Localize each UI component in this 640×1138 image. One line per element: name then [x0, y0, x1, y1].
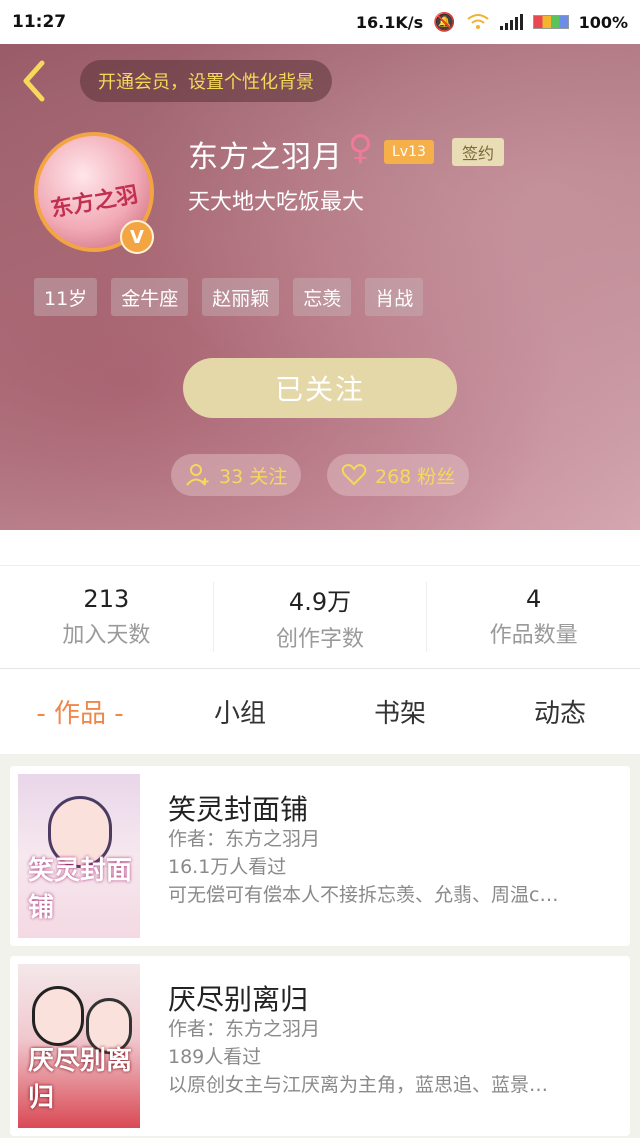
verified-badge: V	[120, 220, 154, 254]
stat-label: 作品数量	[489, 623, 578, 648]
tag-item: 肖战	[365, 278, 424, 316]
cover-illustration	[32, 986, 84, 1046]
spacer	[0, 530, 640, 566]
mute-icon: 🔕	[433, 11, 456, 33]
work-author: 作者：东方之羽月	[168, 828, 321, 850]
fans-button[interactable]: 268 粉丝	[327, 454, 470, 496]
heart-icon	[341, 464, 367, 486]
tab-bar: - 作品 - 小组 书架 动态	[0, 668, 640, 754]
tab-activity[interactable]: 动态	[480, 669, 640, 754]
tag-item: 忘羡	[293, 278, 352, 316]
battery-icon	[532, 15, 569, 29]
stat-word-count: 4.9万 创作字数	[214, 582, 428, 652]
stat-label: 创作字数	[276, 626, 365, 652]
signal-icon	[499, 14, 523, 30]
battery-level: 100%	[578, 12, 628, 32]
tag-item: 金牛座	[111, 278, 189, 316]
user-add-icon	[186, 464, 209, 486]
work-title: 笑灵封面铺	[168, 793, 309, 826]
work-card[interactable]: 厌尽别离归 厌尽别离归 作者：东方之羽月 189人看过 以原创女主与江厌离为主角…	[10, 956, 630, 1136]
stat-label: 加入天数	[62, 623, 151, 648]
signed-badge: 签约	[452, 138, 505, 166]
network-speed: 16.1K/s	[355, 12, 424, 32]
work-description: 以原创女主与江厌离为主角，蓝思追、蓝景…	[168, 1074, 549, 1096]
work-title: 厌尽别离归	[168, 983, 309, 1016]
username: 东方之羽月	[188, 140, 343, 175]
tag-list: 11岁 金牛座 赵丽颖 忘羡 肖战	[34, 278, 424, 316]
tab-works[interactable]: - 作品 -	[0, 669, 160, 754]
level-badge: Lv13	[384, 140, 434, 164]
tag-item: 赵丽颖	[202, 278, 280, 316]
fans-count: 268 粉丝	[375, 465, 456, 488]
back-button[interactable]	[14, 56, 54, 106]
work-cover: 笑灵封面铺	[18, 774, 140, 938]
tab-groups[interactable]: 小组	[160, 669, 320, 754]
vip-background-button[interactable]: 开通会员，设置个性化背景	[80, 60, 332, 102]
tag-item: 11岁	[34, 278, 98, 316]
stat-works-count: 4 作品数量	[427, 582, 640, 652]
wifi-icon	[466, 14, 489, 29]
stat-join-days: 213 加入天数	[0, 582, 214, 652]
work-views: 189人看过	[168, 1046, 262, 1068]
follow-button[interactable]: 已关注	[183, 358, 457, 418]
avatar-text: 东方之羽	[48, 182, 140, 223]
clock: 11:27	[12, 12, 67, 32]
cover-title: 笑灵封面铺	[28, 856, 133, 923]
works-list: 笑灵封面铺 笑灵封面铺 作者：东方之羽月 16.1万人看过 可无偿可有偿本人不接…	[0, 754, 640, 1138]
stat-value: 4.9万	[288, 587, 352, 616]
tab-bookshelf[interactable]: 书架	[320, 669, 480, 754]
work-description: 可无偿可有偿本人不接拆忘羡、允翡、周温c…	[168, 884, 559, 906]
stat-value: 213	[83, 585, 130, 613]
female-icon: ♀	[348, 128, 373, 168]
stat-value: 4	[526, 585, 542, 613]
following-button[interactable]: 33 关注	[171, 454, 302, 496]
work-author: 作者：东方之羽月	[168, 1018, 321, 1040]
work-card[interactable]: 笑灵封面铺 笑灵封面铺 作者：东方之羽月 16.1万人看过 可无偿可有偿本人不接…	[10, 766, 630, 946]
profile-header: 开通会员，设置个性化背景 东方之羽 V 东方之羽月 ♀ Lv13 签约 天大地大…	[0, 44, 640, 530]
work-cover: 厌尽别离归	[18, 964, 140, 1128]
following-count: 33 关注	[219, 465, 288, 488]
stats-bar: 213 加入天数 4.9万 创作字数 4 作品数量	[0, 566, 640, 668]
work-views: 16.1万人看过	[168, 856, 287, 878]
chevron-left-icon	[23, 60, 45, 102]
status-bar: 11:27 16.1K/s 🔕 100%	[0, 0, 640, 44]
cover-title: 厌尽别离归	[28, 1046, 133, 1113]
user-motto: 天大地大吃饭最大	[188, 190, 365, 215]
